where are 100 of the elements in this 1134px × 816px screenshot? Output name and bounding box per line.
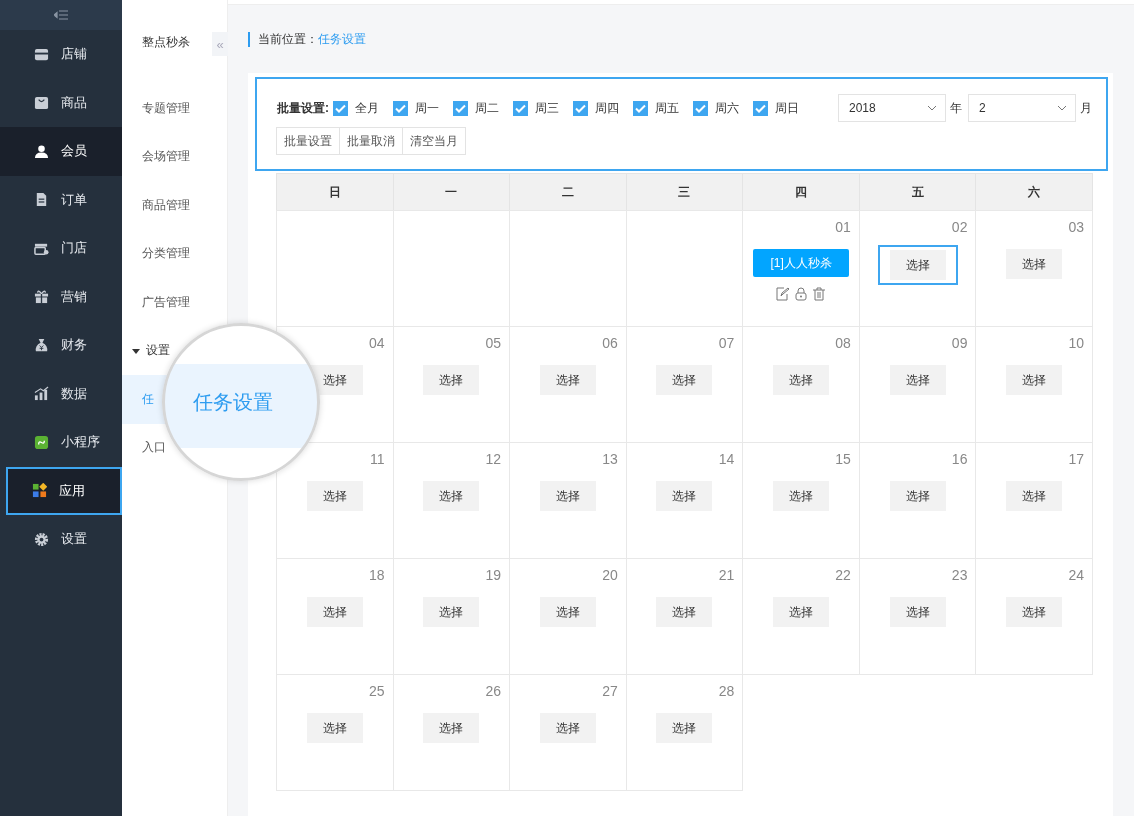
select-button[interactable]: 选择 <box>656 365 713 395</box>
checkbox-label: 周日 <box>775 99 799 117</box>
trash-icon[interactable] <box>812 287 827 301</box>
submenu-item[interactable]: 广告管理 <box>142 293 190 311</box>
store-icon <box>34 46 49 62</box>
checkbox-label: 周五 <box>655 99 679 117</box>
select-button[interactable]: 选择 <box>423 365 480 395</box>
month-unit: 月 <box>1080 99 1092 117</box>
select-button[interactable]: 选择 <box>306 481 363 511</box>
submenu-item[interactable]: 会场管理 <box>142 148 190 166</box>
checkbox[interactable] <box>693 100 708 116</box>
day-number: 02 <box>951 219 968 235</box>
select-button[interactable]: 选择 <box>1006 481 1063 511</box>
sidebar-item[interactable]: 门店 <box>0 224 122 273</box>
weekday-header: 五 <box>858 173 977 211</box>
select-button[interactable]: 选择 <box>773 481 830 511</box>
caret-icon <box>132 346 140 355</box>
day-number: 19 <box>485 567 502 583</box>
checkbox[interactable] <box>753 100 768 116</box>
select-button[interactable]: 选择 <box>889 597 946 627</box>
day-number: 04 <box>369 335 385 351</box>
select-button[interactable]: 选择 <box>889 365 946 395</box>
select-button[interactable]: 选择 <box>423 481 480 511</box>
select-button[interactable]: 选择 <box>306 713 363 743</box>
select-button[interactable]: 选择 <box>656 713 713 743</box>
day-number: 01 <box>835 219 851 235</box>
day-number: 10 <box>1068 335 1084 351</box>
settings-icon <box>34 531 49 547</box>
select-button[interactable]: 选择 <box>539 597 596 627</box>
select-button[interactable]: 选择 <box>773 365 830 395</box>
month-select[interactable]: 2 <box>968 94 1076 122</box>
year-unit: 年 <box>950 99 962 117</box>
sidebar-item[interactable]: 会员 <box>0 127 122 176</box>
day-number: 23 <box>951 567 968 583</box>
sidebar-item[interactable]: 店铺 <box>0 30 122 79</box>
batch-button[interactable]: 清空当月 <box>402 127 466 155</box>
edit-icon[interactable] <box>776 287 791 301</box>
sidebar-item[interactable]: 订单 <box>0 175 122 224</box>
sidebar-item[interactable]: 设置 <box>0 515 122 564</box>
weekday-header: 六 <box>975 173 1093 211</box>
checkbox[interactable] <box>633 100 648 116</box>
checkbox-label: 周二 <box>475 99 499 117</box>
select-button[interactable]: 选择 <box>1006 249 1063 279</box>
weekday-header: 四 <box>742 173 860 211</box>
document-icon <box>34 192 49 208</box>
day-number: 07 <box>718 335 735 351</box>
checkbox[interactable] <box>573 100 588 116</box>
submenu-group[interactable]: 设置 <box>132 342 170 360</box>
submenu-item[interactable]: 入口 <box>142 439 166 457</box>
sidebar-item[interactable]: 商品 <box>0 78 122 127</box>
menu-collapse-icon[interactable] <box>54 10 68 20</box>
checkbox[interactable] <box>333 100 348 116</box>
select-button[interactable]: 选择 <box>773 597 830 627</box>
sidebar-item[interactable]: 小程序 <box>0 418 122 467</box>
select-button[interactable]: 选择 <box>306 597 363 627</box>
select-button[interactable]: 选择 <box>656 597 713 627</box>
day-number: 22 <box>835 567 851 583</box>
checkbox[interactable] <box>513 100 528 116</box>
bar-chart-icon <box>34 386 49 402</box>
day-number: 21 <box>718 567 735 583</box>
sidebar-item[interactable]: 财务 <box>0 321 122 370</box>
submenu-item[interactable]: 专题管理 <box>142 99 190 117</box>
sidebar-item[interactable]: 数据 <box>0 369 122 418</box>
chevron-down-icon <box>927 105 937 111</box>
weekday-header: 一 <box>392 173 511 211</box>
select-button[interactable]: 选择 <box>423 597 480 627</box>
checkbox-label: 周四 <box>595 99 619 117</box>
day-number: 05 <box>485 335 502 351</box>
select-button[interactable]: 选择 <box>539 713 596 743</box>
mini-program-icon <box>34 434 49 450</box>
day-number: 26 <box>485 683 502 699</box>
submenu-item[interactable]: 商品管理 <box>142 196 190 214</box>
checkbox[interactable] <box>453 100 468 116</box>
checkbox-label: 周六 <box>715 99 739 117</box>
day-number: 15 <box>835 451 851 467</box>
checkbox-label: 周三 <box>535 99 559 117</box>
select-button[interactable]: 选择 <box>539 365 596 395</box>
select-button[interactable]: 选择 <box>539 481 596 511</box>
submenu-title: 整点秒杀 <box>142 33 190 51</box>
day-number: 12 <box>485 451 502 467</box>
batch-button[interactable]: 批量取消 <box>339 127 403 155</box>
day-number: 18 <box>369 567 385 583</box>
batch-button[interactable]: 批量设置 <box>276 127 340 155</box>
sidebar-item[interactable]: 营销 <box>0 272 122 321</box>
sidebar-item[interactable]: 应用 <box>6 466 122 515</box>
select-button[interactable]: 选择 <box>656 481 713 511</box>
year-select[interactable]: 2018 <box>838 94 946 122</box>
day-number: 16 <box>951 451 968 467</box>
select-button[interactable]: 选择 <box>889 481 946 511</box>
lock-icon[interactable] <box>794 287 809 301</box>
select-button[interactable]: 选择 <box>423 713 480 743</box>
select-button[interactable]: 选择 <box>1006 365 1063 395</box>
checkbox-label: 全月 <box>355 99 379 117</box>
app-grid-icon <box>32 483 47 499</box>
day-number: 25 <box>369 683 385 699</box>
select-button[interactable]: 选择 <box>889 250 946 280</box>
checkbox-label: 周一 <box>415 99 439 117</box>
select-button[interactable]: 选择 <box>1006 597 1063 627</box>
checkbox[interactable] <box>393 100 408 116</box>
submenu-item[interactable]: 分类管理 <box>142 245 190 263</box>
